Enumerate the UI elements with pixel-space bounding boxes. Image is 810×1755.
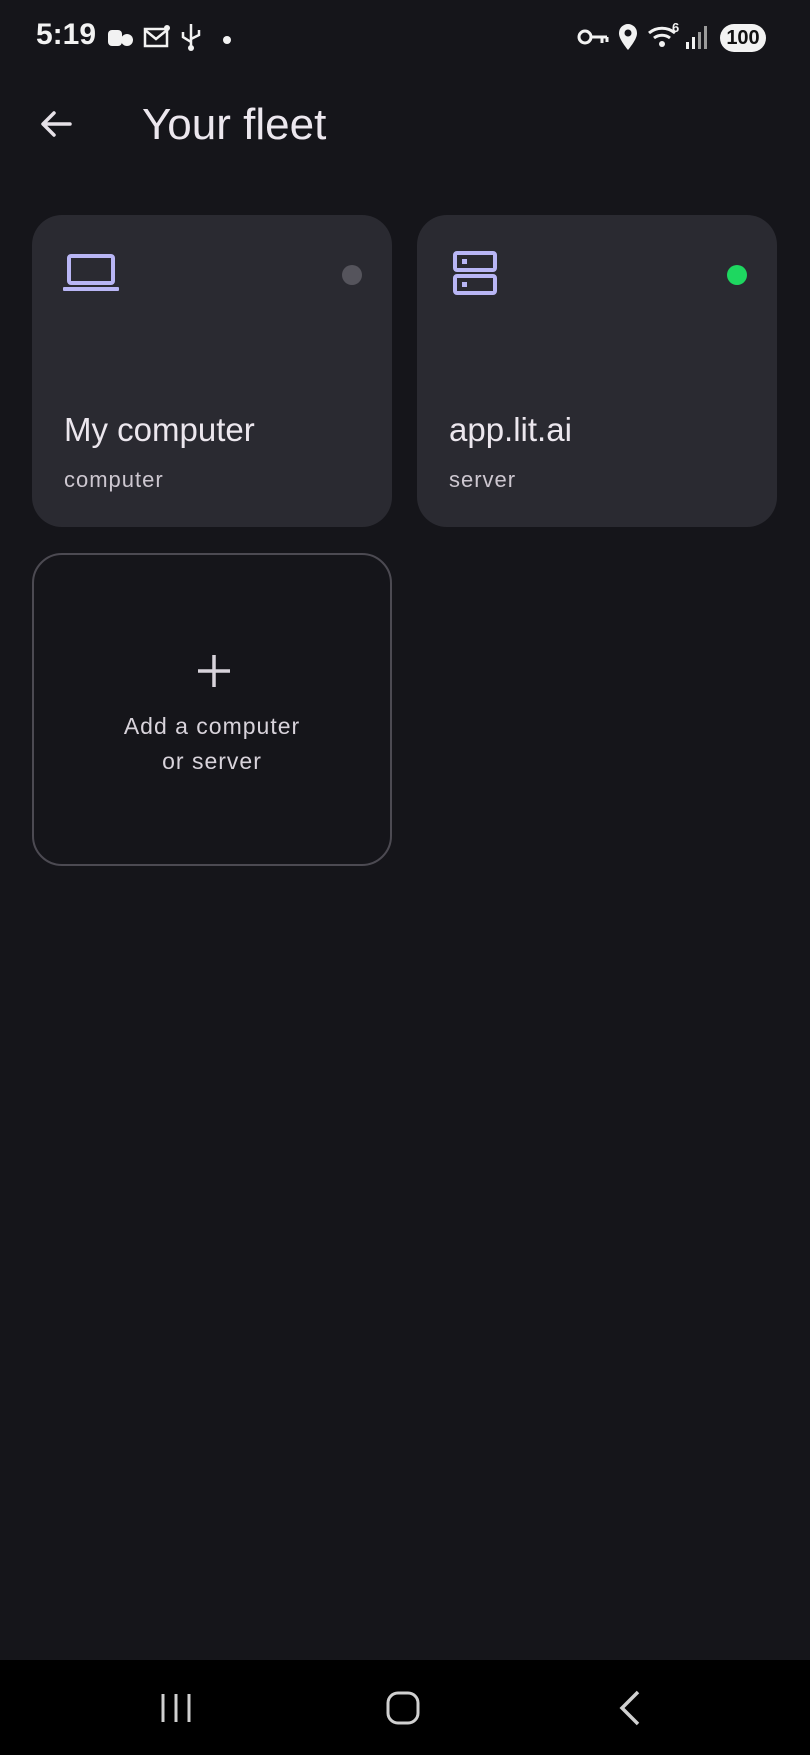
location-icon: [616, 22, 640, 57]
carrier-icon: [106, 22, 136, 57]
status-dot-offline: [342, 265, 362, 285]
dot-icon: [222, 32, 232, 50]
fleet-card-my-computer[interactable]: My computer computer: [32, 215, 392, 527]
add-label-line1: Add a computer: [123, 713, 301, 739]
back-icon: [616, 1690, 644, 1731]
status-bar: 5:19 6 100: [0, 0, 810, 76]
laptop-icon: [62, 251, 122, 300]
vpn-key-icon: [576, 22, 610, 57]
status-time: 5:19: [36, 18, 97, 51]
home-button[interactable]: [373, 1688, 433, 1732]
usb-icon: [178, 22, 204, 57]
server-icon: [453, 251, 499, 302]
recents-icon: [159, 1692, 193, 1729]
card-name: My computer: [64, 411, 255, 448]
plus-icon: [196, 653, 232, 694]
status-dot-online: [727, 265, 747, 285]
fleet-card-app-lit-ai[interactable]: app.lit.ai server: [417, 215, 777, 527]
wifi-label: 6: [672, 20, 680, 35]
card-name: app.lit.ai: [449, 411, 572, 448]
system-nav-bar: [0, 1660, 810, 1755]
recents-button[interactable]: [146, 1688, 206, 1732]
battery-indicator: 100: [720, 24, 766, 52]
add-label-line2: or server: [162, 748, 262, 774]
mail-icon: [142, 22, 172, 57]
back-button[interactable]: [30, 100, 82, 152]
card-type: server: [449, 467, 517, 492]
signal-icon: [684, 22, 712, 57]
arrow-left-icon: [36, 104, 76, 149]
app-bar: Your fleet: [0, 76, 810, 180]
page-title: Your fleet: [142, 100, 327, 149]
card-type: computer: [64, 467, 164, 492]
home-icon: [385, 1690, 421, 1731]
nav-back-button[interactable]: [600, 1688, 660, 1732]
add-computer-or-server-button[interactable]: Add a computer or server: [32, 553, 392, 866]
